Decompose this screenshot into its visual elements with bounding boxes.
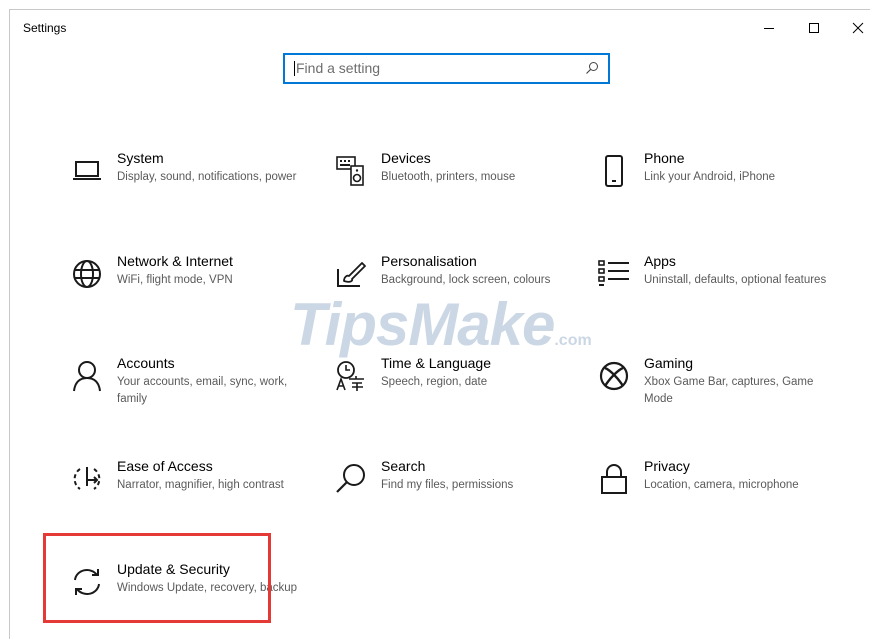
category-name: Privacy xyxy=(644,458,690,474)
window-title: Settings xyxy=(23,21,67,35)
category-name: Devices xyxy=(381,150,431,166)
category-description: Speech, region, date xyxy=(381,376,488,388)
category-apps[interactable]: Apps Uninstall, defaults, optional featu… xyxy=(594,252,834,332)
text-caret xyxy=(294,61,295,76)
category-search[interactable]: Search Find my files, permissions xyxy=(331,457,571,537)
category-name: System xyxy=(117,150,164,166)
lock-icon xyxy=(594,459,634,499)
title-bar: Settings xyxy=(10,10,870,46)
category-description: Display, sound, notifications, power xyxy=(117,171,297,183)
minimize-button[interactable] xyxy=(747,10,791,46)
phone-icon xyxy=(594,151,634,191)
category-privacy[interactable]: Privacy Location, camera, microphone xyxy=(594,457,834,537)
category-name: Ease of Access xyxy=(117,458,213,474)
search-icon xyxy=(331,459,371,499)
category-name: Network & Internet xyxy=(117,253,233,269)
category-system[interactable]: System Display, sound, notifications, po… xyxy=(67,149,307,229)
time-language-icon xyxy=(331,356,371,396)
category-ease-of-access[interactable]: Ease of Access Narrator, magnifier, high… xyxy=(67,457,307,537)
category-description: Your accounts, email, sync, work, family xyxy=(117,376,288,405)
keyboard-speaker-icon xyxy=(331,151,371,191)
apps-list-icon xyxy=(594,254,634,294)
category-description: Find my files, permissions xyxy=(381,479,514,491)
category-personalisation[interactable]: Personalisation Background, lock screen,… xyxy=(331,252,571,332)
category-gaming[interactable]: Gaming Xbox Game Bar, captures, Game Mod… xyxy=(594,354,834,434)
globe-icon xyxy=(67,254,107,294)
search-icon xyxy=(586,62,598,74)
search-input[interactable]: Find a setting xyxy=(283,53,610,84)
category-name: Search xyxy=(381,458,426,474)
category-name: Gaming xyxy=(644,355,694,371)
xbox-icon xyxy=(594,356,634,396)
close-icon xyxy=(852,22,864,34)
paint-brush-icon xyxy=(331,254,371,294)
category-accounts[interactable]: Accounts Your accounts, email, sync, wor… xyxy=(67,354,307,434)
category-name: Apps xyxy=(644,253,676,269)
category-description: Background, lock screen, colours xyxy=(381,274,551,286)
category-description: Link your Android, iPhone xyxy=(644,171,776,183)
search-placeholder: Find a setting xyxy=(296,60,381,76)
category-description: Uninstall, defaults, optional features xyxy=(644,274,827,286)
category-time-language[interactable]: Time & Language Speech, region, date xyxy=(331,354,571,434)
category-name: Personalisation xyxy=(381,253,477,269)
category-name: Accounts xyxy=(117,355,175,371)
maximize-icon xyxy=(809,23,819,33)
person-icon xyxy=(67,356,107,396)
category-name: Time & Language xyxy=(381,355,491,371)
ease-of-access-icon xyxy=(67,459,107,499)
category-name: Phone xyxy=(644,150,685,166)
category-description: Narrator, magnifier, high contrast xyxy=(117,479,284,491)
category-devices[interactable]: Devices Bluetooth, printers, mouse xyxy=(331,149,571,229)
category-description: Location, camera, microphone xyxy=(644,479,799,491)
minimize-icon xyxy=(764,28,774,29)
category-phone[interactable]: Phone Link your Android, iPhone xyxy=(594,149,834,229)
category-description: Bluetooth, printers, mouse xyxy=(381,171,516,183)
category-description: WiFi, flight mode, VPN xyxy=(117,274,233,286)
close-button[interactable] xyxy=(836,10,870,46)
maximize-button[interactable] xyxy=(792,10,836,46)
laptop-icon xyxy=(67,151,107,191)
category-network-internet[interactable]: Network & Internet WiFi, flight mode, VP… xyxy=(67,252,307,332)
highlight-box xyxy=(43,533,271,623)
category-description: Xbox Game Bar, captures, Game Mode xyxy=(644,376,814,405)
